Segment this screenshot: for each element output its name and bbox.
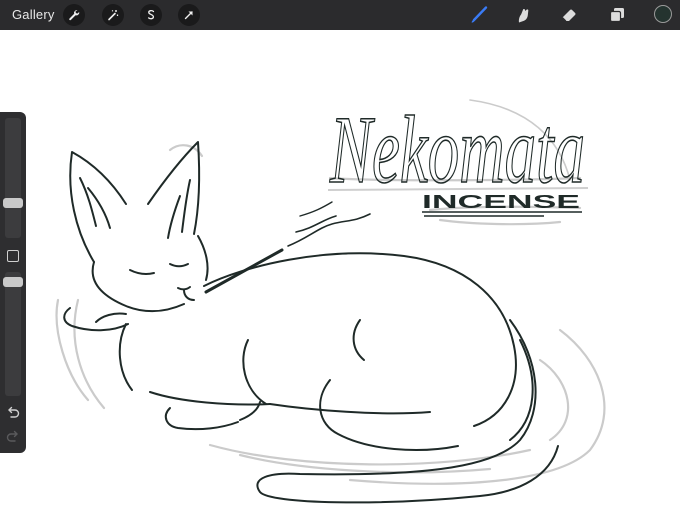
layers-icon[interactable]: [606, 4, 628, 26]
selection-icon[interactable]: [140, 4, 162, 26]
wrench-icon[interactable]: [63, 4, 85, 26]
brush-size-slider[interactable]: [3, 118, 23, 238]
color-picker-swatch[interactable]: [654, 5, 672, 23]
undo-icon[interactable]: [6, 406, 20, 420]
opacity-slider[interactable]: [3, 272, 23, 396]
modify-button[interactable]: [7, 250, 19, 262]
eraser-icon[interactable]: [558, 4, 580, 26]
artwork: Nekomata INCENSE: [55, 95, 606, 504]
brush-icon[interactable]: [468, 4, 490, 26]
top-toolbar: Gallery: [0, 0, 680, 30]
artwork-title: Nekomata: [329, 96, 585, 203]
gallery-button[interactable]: Gallery: [12, 7, 55, 22]
transform-arrow-icon[interactable]: [178, 4, 200, 26]
redo-icon[interactable]: [6, 430, 20, 444]
smudge-icon[interactable]: [512, 4, 534, 26]
brush-size-thumb[interactable]: [3, 198, 23, 209]
drawing-canvas[interactable]: Nekomata INCENSE: [0, 30, 680, 510]
artwork-subtitle: INCENSE: [422, 192, 580, 212]
left-sidebar: [0, 112, 26, 453]
magic-wand-icon[interactable]: [102, 4, 124, 26]
opacity-thumb[interactable]: [3, 276, 23, 287]
